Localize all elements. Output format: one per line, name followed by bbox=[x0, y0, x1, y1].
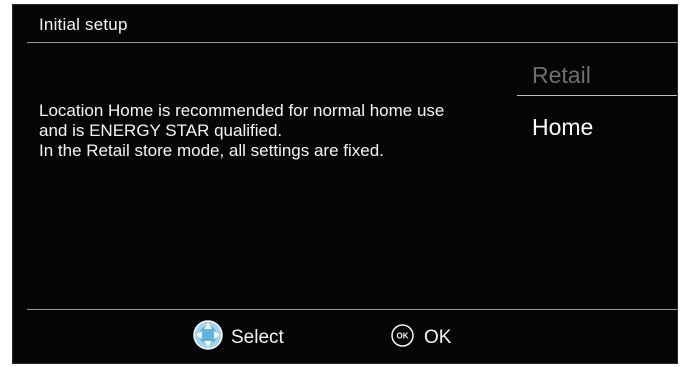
ok-hint: OK OK bbox=[391, 323, 451, 353]
select-label: Select bbox=[231, 327, 284, 348]
option-divider bbox=[517, 95, 677, 96]
option-home[interactable]: Home bbox=[532, 114, 593, 140]
option-retail[interactable]: Retail bbox=[532, 62, 591, 88]
select-hint: Select bbox=[193, 320, 284, 356]
dpad-icon bbox=[193, 320, 231, 356]
description-line-3: In the Retail store mode, all settings a… bbox=[39, 141, 384, 160]
ok-button-icon: OK bbox=[391, 323, 424, 353]
footer-divider bbox=[27, 309, 677, 310]
location-description: Location Home is recommended for normal … bbox=[39, 101, 519, 161]
description-line-1: Location Home is recommended for normal … bbox=[39, 101, 445, 120]
page-title: Initial setup bbox=[39, 15, 128, 34]
description-line-2: and is ENERGY STAR qualified. bbox=[39, 121, 283, 140]
ok-icon-text: OK bbox=[397, 331, 409, 340]
ok-label: OK bbox=[424, 327, 452, 348]
initial-setup-screen: Initial setup Location Home is recommend… bbox=[12, 4, 678, 364]
header-divider bbox=[27, 42, 677, 43]
